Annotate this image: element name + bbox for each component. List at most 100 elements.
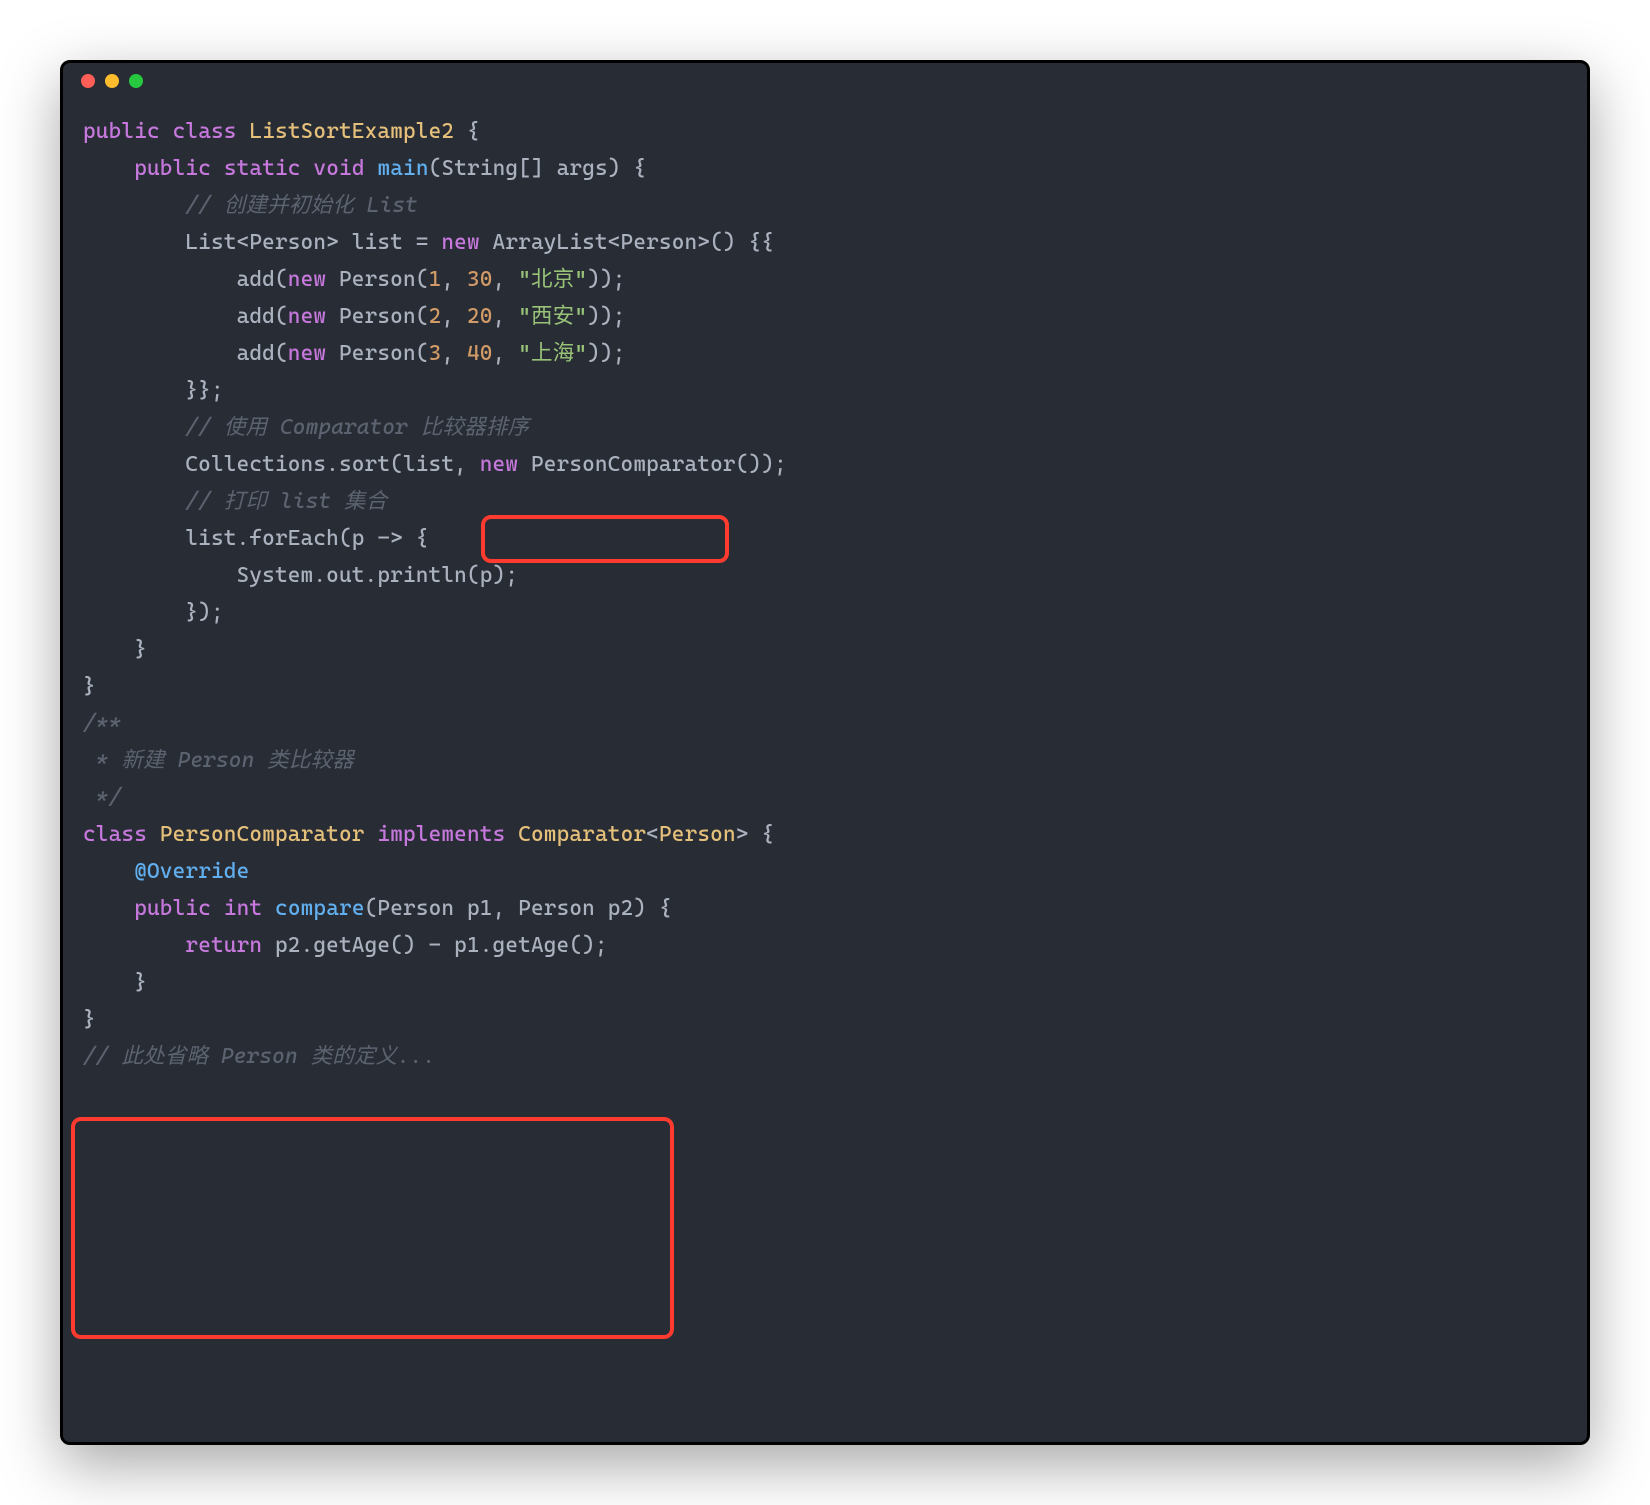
token-keyword: new <box>288 341 326 366</box>
token-keyword: class <box>173 119 237 144</box>
token-comment: // 创建并初始化 List <box>185 193 418 218</box>
token: List<Person> list = <box>83 230 441 255</box>
code-line: */ <box>83 779 1567 816</box>
token: } <box>83 970 147 995</box>
token-class: Comparator <box>518 822 646 847</box>
token-class: PersonComparator <box>160 822 365 847</box>
token-keyword: new <box>441 230 479 255</box>
token: ArrayList<Person>() {{ <box>480 230 774 255</box>
token: > { <box>736 822 774 847</box>
token <box>83 489 185 514</box>
token <box>147 822 160 847</box>
token-string: "西安" <box>518 304 587 329</box>
token <box>237 119 250 144</box>
code-line: public static void main(String[] args) { <box>83 150 1567 187</box>
close-icon[interactable] <box>81 74 95 88</box>
code-line: // 使用 Comparator 比较器排序 <box>83 409 1567 446</box>
code-line: public int compare(Person p1, Person p2)… <box>83 890 1567 927</box>
code-area: public class ListSortExample2 { public s… <box>63 99 1587 1095</box>
code-line: @Override <box>83 853 1567 890</box>
token: )); <box>587 341 625 366</box>
token-keyword: implements <box>377 822 505 847</box>
code-line: System.out.println(p); <box>83 557 1567 594</box>
token <box>365 156 378 181</box>
token: < <box>646 822 659 847</box>
token-number: 3 <box>429 341 442 366</box>
token: add( <box>83 341 288 366</box>
token-keyword: int <box>224 896 262 921</box>
token: } <box>83 637 147 662</box>
token-keyword: new <box>480 452 518 477</box>
token: } <box>83 674 96 699</box>
token: , <box>493 341 519 366</box>
code-line: // 创建并初始化 List <box>83 187 1567 224</box>
token-keyword: void <box>313 156 364 181</box>
token <box>83 896 134 921</box>
maximize-icon[interactable] <box>129 74 143 88</box>
token: , <box>441 267 467 292</box>
token-keyword: class <box>83 822 147 847</box>
token: PersonComparator()); <box>518 452 787 477</box>
minimize-icon[interactable] <box>105 74 119 88</box>
token-class: ListSortExample2 <box>249 119 454 144</box>
code-line: public class ListSortExample2 { <box>83 113 1567 150</box>
window-titlebar <box>63 63 1587 99</box>
code-line: class PersonComparator implements Compar… <box>83 816 1567 853</box>
token-keyword: new <box>288 267 326 292</box>
token: Person( <box>326 341 428 366</box>
token <box>505 822 518 847</box>
token <box>211 896 224 921</box>
token-keyword: new <box>288 304 326 329</box>
token: { <box>454 119 480 144</box>
token: p2.getAge() - p1.getAge(); <box>262 933 608 958</box>
token-function: compare <box>275 896 365 921</box>
token: , <box>441 341 467 366</box>
token: add( <box>83 304 288 329</box>
code-window: public class ListSortExample2 { public s… <box>60 60 1590 1445</box>
token <box>83 415 185 440</box>
token-comment: */ <box>83 785 121 810</box>
token: (String[] args) { <box>429 156 647 181</box>
token <box>262 896 275 921</box>
token-comment: * 新建 Person 类比较器 <box>83 748 354 773</box>
token <box>365 822 378 847</box>
token <box>83 193 185 218</box>
token: (Person p1, Person p2) { <box>365 896 672 921</box>
token: } <box>83 1007 96 1032</box>
code-line: Collections.sort(list, new PersonCompara… <box>83 446 1567 483</box>
token-comment: /** <box>83 711 121 736</box>
token <box>83 859 134 884</box>
code-line: list.forEach(p -> { <box>83 520 1567 557</box>
highlight-box-class <box>71 1117 674 1339</box>
token <box>83 933 185 958</box>
code-line: }}; <box>83 372 1567 409</box>
code-line: } <box>83 964 1567 1001</box>
token: , <box>441 304 467 329</box>
code-line: add(new Person(1, 30, "北京")); <box>83 261 1567 298</box>
code-line: } <box>83 668 1567 705</box>
code-line: } <box>83 1001 1567 1038</box>
token-comment: // 使用 Comparator 比较器排序 <box>185 415 529 440</box>
token: , <box>493 304 519 329</box>
token-number: 40 <box>467 341 493 366</box>
token-string: "上海" <box>518 341 587 366</box>
token <box>301 156 314 181</box>
token-keyword: public <box>134 156 211 181</box>
token-comment: // 打印 list 集合 <box>185 489 387 514</box>
token-keyword: static <box>224 156 301 181</box>
token-string: "北京" <box>518 267 587 292</box>
token-class: Person <box>659 822 736 847</box>
token: )); <box>587 267 625 292</box>
code-line: List<Person> list = new ArrayList<Person… <box>83 224 1567 261</box>
token-number: 30 <box>467 267 493 292</box>
code-line: add(new Person(3, 40, "上海")); <box>83 335 1567 372</box>
code-line: }); <box>83 594 1567 631</box>
token: Person( <box>326 267 428 292</box>
code-line: /** <box>83 705 1567 742</box>
token <box>83 156 134 181</box>
token: )); <box>587 304 625 329</box>
code-line: add(new Person(2, 20, "西安")); <box>83 298 1567 335</box>
token: Collections.sort(list, <box>83 452 480 477</box>
token <box>211 156 224 181</box>
code-line: * 新建 Person 类比较器 <box>83 742 1567 779</box>
